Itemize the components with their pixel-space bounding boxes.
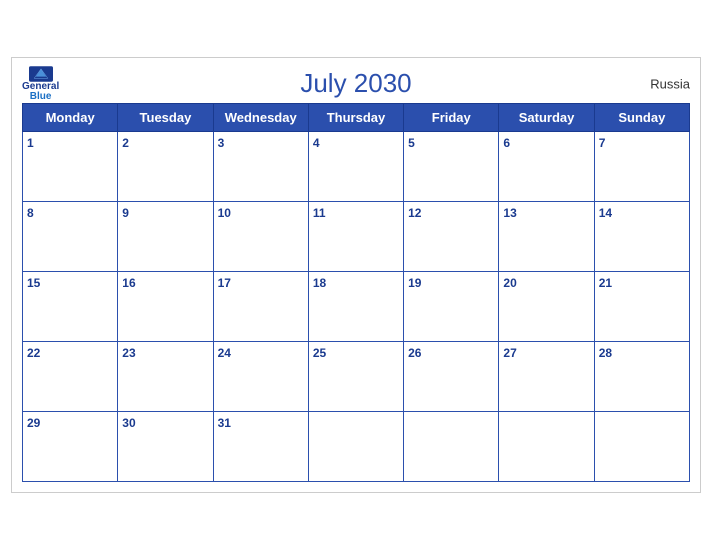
calendar-day-cell: 30 [118, 412, 213, 482]
calendar-day-cell [499, 412, 594, 482]
day-number: 12 [408, 206, 421, 220]
calendar-day-cell: 12 [404, 202, 499, 272]
day-number: 25 [313, 346, 326, 360]
day-number: 3 [218, 136, 225, 150]
calendar-title: July 2030 [22, 68, 690, 99]
day-number: 5 [408, 136, 415, 150]
header-friday: Friday [404, 104, 499, 132]
day-number: 30 [122, 416, 135, 430]
day-number: 18 [313, 276, 326, 290]
calendar-day-cell: 19 [404, 272, 499, 342]
day-number: 4 [313, 136, 320, 150]
calendar-day-cell: 25 [308, 342, 403, 412]
logo-icon [29, 66, 53, 82]
calendar-day-cell [594, 412, 689, 482]
calendar-week-row: 1 2 3 4 5 6 7 [23, 132, 690, 202]
day-number: 8 [27, 206, 34, 220]
day-number: 28 [599, 346, 612, 360]
day-number: 26 [408, 346, 421, 360]
calendar-day-cell: 2 [118, 132, 213, 202]
day-number: 9 [122, 206, 129, 220]
calendar-day-cell: 1 [23, 132, 118, 202]
calendar-day-cell: 3 [213, 132, 308, 202]
calendar-container: General Blue July 2030 Russia Monday Tue… [11, 57, 701, 493]
calendar-day-cell: 18 [308, 272, 403, 342]
calendar-day-cell: 29 [23, 412, 118, 482]
day-number: 1 [27, 136, 34, 150]
calendar-day-cell: 8 [23, 202, 118, 272]
calendar-day-cell: 31 [213, 412, 308, 482]
day-number: 22 [27, 346, 40, 360]
calendar-day-cell: 21 [594, 272, 689, 342]
calendar-header: General Blue July 2030 Russia [22, 68, 690, 99]
calendar-day-cell [308, 412, 403, 482]
calendar-week-row: 29 30 31 [23, 412, 690, 482]
calendar-day-cell: 6 [499, 132, 594, 202]
day-number: 15 [27, 276, 40, 290]
day-number: 6 [503, 136, 510, 150]
calendar-day-cell: 27 [499, 342, 594, 412]
calendar-day-cell: 10 [213, 202, 308, 272]
calendar-day-cell: 14 [594, 202, 689, 272]
calendar-day-cell: 22 [23, 342, 118, 412]
header-saturday: Saturday [499, 104, 594, 132]
logo: General Blue [22, 66, 59, 102]
calendar-day-cell: 20 [499, 272, 594, 342]
day-number: 11 [313, 206, 326, 220]
calendar-country: Russia [650, 76, 690, 91]
day-number: 21 [599, 276, 612, 290]
calendar-day-cell: 7 [594, 132, 689, 202]
calendar-day-cell: 4 [308, 132, 403, 202]
calendar-week-row: 8 9 10 11 12 13 14 [23, 202, 690, 272]
day-number: 31 [218, 416, 231, 430]
calendar-day-cell: 13 [499, 202, 594, 272]
calendar-day-cell: 23 [118, 342, 213, 412]
calendar-day-cell: 17 [213, 272, 308, 342]
day-number: 19 [408, 276, 421, 290]
calendar-day-cell: 5 [404, 132, 499, 202]
calendar-day-cell: 26 [404, 342, 499, 412]
calendar-day-cell: 11 [308, 202, 403, 272]
weekday-header-row: Monday Tuesday Wednesday Thursday Friday… [23, 104, 690, 132]
calendar-day-cell: 24 [213, 342, 308, 412]
day-number: 20 [503, 276, 516, 290]
header-monday: Monday [23, 104, 118, 132]
day-number: 29 [27, 416, 40, 430]
header-tuesday: Tuesday [118, 104, 213, 132]
day-number: 7 [599, 136, 606, 150]
calendar-week-row: 22 23 24 25 26 27 28 [23, 342, 690, 412]
day-number: 2 [122, 136, 129, 150]
header-thursday: Thursday [308, 104, 403, 132]
calendar-day-cell: 15 [23, 272, 118, 342]
logo-blue-text: Blue [30, 92, 52, 102]
calendar-week-row: 15 16 17 18 19 20 21 [23, 272, 690, 342]
day-number: 10 [218, 206, 231, 220]
header-sunday: Sunday [594, 104, 689, 132]
calendar-day-cell: 16 [118, 272, 213, 342]
calendar-day-cell: 9 [118, 202, 213, 272]
day-number: 14 [599, 206, 612, 220]
day-number: 24 [218, 346, 231, 360]
day-number: 17 [218, 276, 231, 290]
day-number: 13 [503, 206, 516, 220]
calendar-day-cell [404, 412, 499, 482]
day-number: 16 [122, 276, 135, 290]
calendar-day-cell: 28 [594, 342, 689, 412]
header-wednesday: Wednesday [213, 104, 308, 132]
day-number: 23 [122, 346, 135, 360]
day-number: 27 [503, 346, 516, 360]
calendar-table: Monday Tuesday Wednesday Thursday Friday… [22, 103, 690, 482]
